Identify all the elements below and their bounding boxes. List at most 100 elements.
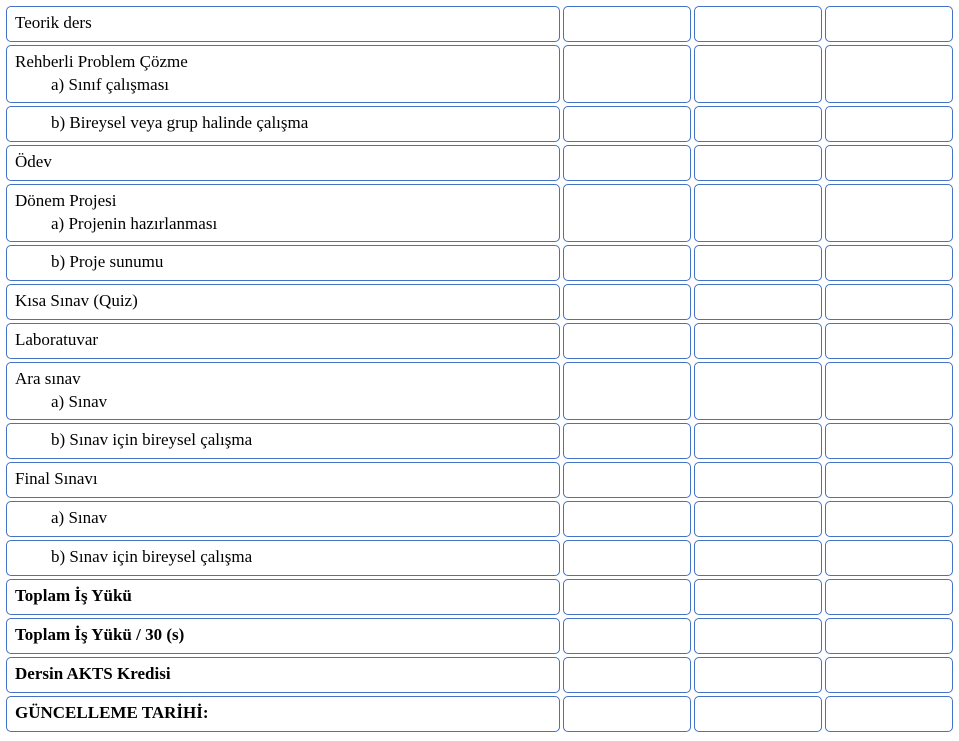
- data-cell: [563, 45, 691, 103]
- table-row: b) Proje sunumu: [6, 245, 953, 281]
- data-cell: [694, 6, 822, 42]
- row-label-cell: b) Sınav için bireysel çalışma: [6, 540, 560, 576]
- data-cell: [825, 462, 953, 498]
- table-row: Ödev: [6, 145, 953, 181]
- workload-table: Teorik ders Rehberli Problem Çözmea) Sını…: [6, 6, 953, 732]
- data-cell: [563, 106, 691, 142]
- row-label-cell: b) Bireysel veya grup halinde çalışma: [6, 106, 560, 142]
- row-label-text: b) Bireysel veya grup halinde çalışma: [15, 112, 308, 135]
- data-cell: [825, 501, 953, 537]
- row-label-text: Laboratuvar: [15, 329, 98, 352]
- data-cell: [825, 323, 953, 359]
- row-label-cell: GÜNCELLEME TARİHİ:: [6, 696, 560, 732]
- table-row: Final Sınavı: [6, 462, 953, 498]
- data-cell: [563, 501, 691, 537]
- row-label-cell: b) Proje sunumu: [6, 245, 560, 281]
- row-label-cell: Toplam İş Yükü: [6, 579, 560, 615]
- data-cell: [825, 696, 953, 732]
- row-label-text: b) Sınav için bireysel çalışma: [15, 429, 252, 452]
- row-label-text: a) Sınıf çalışması: [15, 74, 188, 97]
- data-cell: [563, 245, 691, 281]
- data-cell: [694, 540, 822, 576]
- data-cell: [563, 657, 691, 693]
- row-label-text: Rehberli Problem Çözme: [15, 51, 188, 74]
- row-label-text: Toplam İş Yükü / 30 (s): [15, 624, 184, 647]
- row-label-cell: Ara sınava) Sınav: [6, 362, 560, 420]
- row-label-text: Dersin AKTS Kredisi: [15, 663, 171, 686]
- data-cell: [694, 696, 822, 732]
- row-label-text: Toplam İş Yükü: [15, 585, 132, 608]
- data-cell: [694, 145, 822, 181]
- data-cell: [694, 284, 822, 320]
- row-label-text: Dönem Projesi: [15, 190, 217, 213]
- table-row: Rehberli Problem Çözmea) Sınıf çalışması: [6, 45, 953, 103]
- data-cell: [694, 245, 822, 281]
- data-cell: [825, 184, 953, 242]
- data-cell: [694, 362, 822, 420]
- row-label-cell: Dönem Projesia) Projenin hazırlanması: [6, 184, 560, 242]
- data-cell: [563, 462, 691, 498]
- data-cell: [694, 657, 822, 693]
- row-label-text: a) Sınav: [15, 507, 107, 530]
- row-label-text: Final Sınavı: [15, 468, 98, 491]
- data-cell: [825, 245, 953, 281]
- data-cell: [694, 462, 822, 498]
- row-label-text: GÜNCELLEME TARİHİ:: [15, 702, 208, 725]
- data-cell: [825, 145, 953, 181]
- data-cell: [563, 618, 691, 654]
- data-cell: [563, 323, 691, 359]
- data-cell: [825, 579, 953, 615]
- data-cell: [825, 106, 953, 142]
- row-label-cell: Kısa Sınav (Quiz): [6, 284, 560, 320]
- data-cell: [694, 323, 822, 359]
- data-cell: [563, 284, 691, 320]
- row-label-text: Ara sınav: [15, 368, 107, 391]
- row-label-text: a) Projenin hazırlanması: [15, 213, 217, 236]
- data-cell: [563, 423, 691, 459]
- data-cell: [825, 423, 953, 459]
- table-row: GÜNCELLEME TARİHİ:: [6, 696, 953, 732]
- data-cell: [694, 106, 822, 142]
- table-row: Laboratuvar: [6, 323, 953, 359]
- data-cell: [563, 184, 691, 242]
- data-cell: [694, 423, 822, 459]
- row-label-text: Ödev: [15, 151, 52, 174]
- row-label-text: b) Sınav için bireysel çalışma: [15, 546, 252, 569]
- data-cell: [563, 540, 691, 576]
- table-row: b) Sınav için bireysel çalışma: [6, 540, 953, 576]
- table-row: Kısa Sınav (Quiz): [6, 284, 953, 320]
- row-label-cell: b) Sınav için bireysel çalışma: [6, 423, 560, 459]
- row-label-text: Teorik ders: [15, 12, 92, 35]
- data-cell: [825, 618, 953, 654]
- data-cell: [694, 45, 822, 103]
- row-label-cell: a) Sınav: [6, 501, 560, 537]
- row-label-text: Kısa Sınav (Quiz): [15, 290, 138, 313]
- row-label-cell: Final Sınavı: [6, 462, 560, 498]
- table-row: b) Bireysel veya grup halinde çalışma: [6, 106, 953, 142]
- table-row: Toplam İş Yükü / 30 (s): [6, 618, 953, 654]
- table-row: Dönem Projesia) Projenin hazırlanması: [6, 184, 953, 242]
- row-label-cell: Rehberli Problem Çözmea) Sınıf çalışması: [6, 45, 560, 103]
- data-cell: [694, 579, 822, 615]
- table-row: Toplam İş Yükü: [6, 579, 953, 615]
- row-label-cell: Dersin AKTS Kredisi: [6, 657, 560, 693]
- data-cell: [694, 501, 822, 537]
- data-cell: [563, 145, 691, 181]
- row-label-cell: Ödev: [6, 145, 560, 181]
- row-label-cell: Toplam İş Yükü / 30 (s): [6, 618, 560, 654]
- data-cell: [694, 184, 822, 242]
- table-row: a) Sınav: [6, 501, 953, 537]
- row-label-text: b) Proje sunumu: [15, 251, 163, 274]
- table-row: Dersin AKTS Kredisi: [6, 657, 953, 693]
- data-cell: [825, 45, 953, 103]
- data-cell: [825, 6, 953, 42]
- row-label-cell: Teorik ders: [6, 6, 560, 42]
- row-label-cell: Laboratuvar: [6, 323, 560, 359]
- data-cell: [563, 579, 691, 615]
- data-cell: [825, 540, 953, 576]
- data-cell: [563, 362, 691, 420]
- data-cell: [563, 6, 691, 42]
- data-cell: [825, 284, 953, 320]
- table-row: Ara sınava) Sınav: [6, 362, 953, 420]
- data-cell: [694, 618, 822, 654]
